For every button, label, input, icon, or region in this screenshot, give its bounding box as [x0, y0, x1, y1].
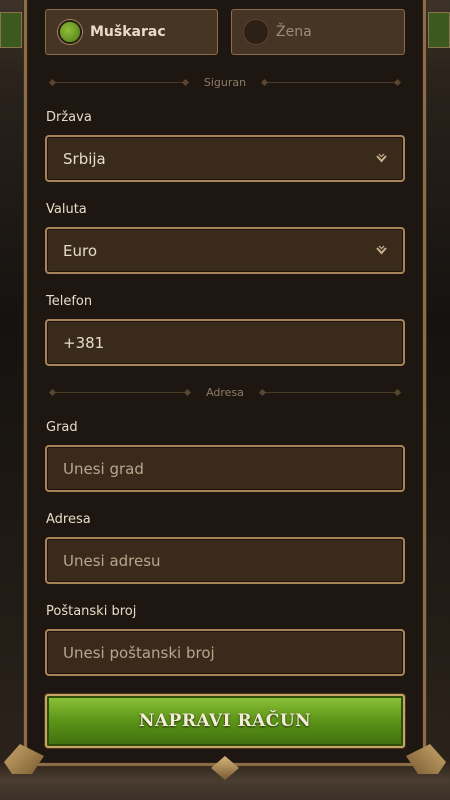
background-tab-right	[428, 12, 450, 48]
create-account-label: NAPRAVI RAČUN	[138, 711, 312, 731]
gender-female-label: Žena	[276, 24, 312, 40]
postal-code-input[interactable]: Unesi poštanski broj	[45, 629, 405, 676]
country-select[interactable]: Srbija	[45, 135, 405, 182]
phone-label: Telefon	[46, 294, 93, 309]
gender-option-male[interactable]: Muškarac	[45, 9, 218, 55]
country-value: Srbija	[63, 149, 106, 168]
phone-input[interactable]: +381	[45, 319, 405, 366]
currency-value: Euro	[63, 241, 97, 260]
address-placeholder: Unesi adresu	[63, 551, 161, 570]
radio-selected-icon	[58, 20, 82, 44]
city-label: Grad	[46, 420, 78, 435]
country-label: Država	[46, 110, 92, 125]
address-input[interactable]: Unesi adresu	[45, 537, 405, 584]
city-placeholder: Unesi grad	[63, 459, 144, 478]
create-account-button[interactable]: NAPRAVI RAČUN	[45, 694, 405, 748]
currency-select[interactable]: Euro	[45, 227, 405, 274]
currency-label: Valuta	[46, 202, 87, 217]
gender-male-label: Muškarac	[90, 24, 166, 40]
background-tab-left	[0, 12, 22, 48]
city-input[interactable]: Unesi grad	[45, 445, 405, 492]
radio-unselected-icon	[244, 20, 268, 44]
phone-value: +381	[63, 333, 105, 352]
section-divider-security: Siguran	[50, 75, 401, 89]
gender-option-female[interactable]: Žena	[231, 9, 405, 55]
postal-label: Poštanski broj	[46, 604, 137, 619]
postal-placeholder: Unesi poštanski broj	[63, 643, 215, 662]
address-label: Adresa	[46, 512, 91, 527]
section-title-address: Adresa	[206, 385, 244, 399]
section-divider-address: Adresa	[50, 385, 400, 399]
chevron-down-icon	[376, 153, 387, 164]
section-title-security: Siguran	[203, 75, 247, 89]
chevron-down-icon	[376, 245, 387, 256]
